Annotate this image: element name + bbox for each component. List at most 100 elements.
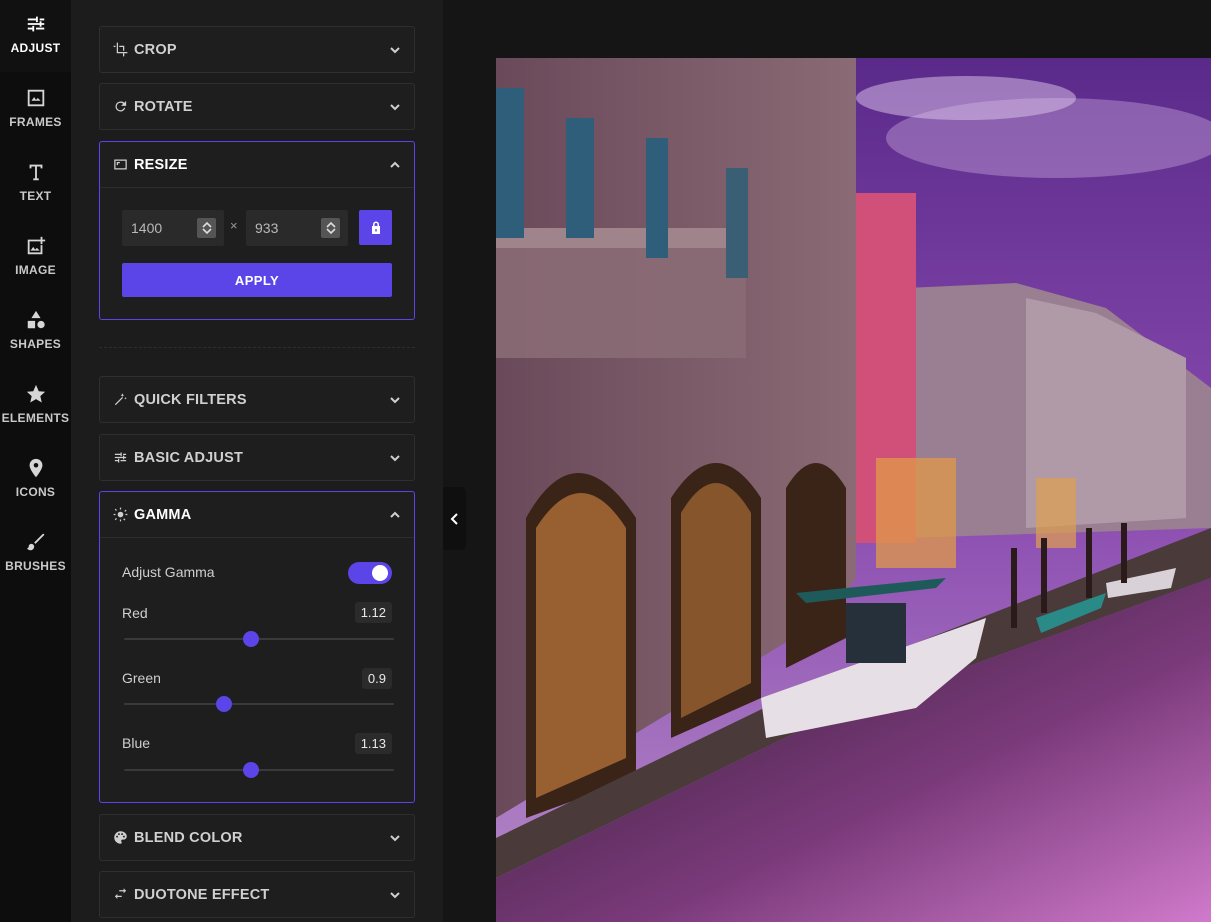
magic-wand-icon (112, 392, 128, 408)
quick-filters-section: QUICK FILTERS (99, 376, 415, 423)
basic-adjust-section: BASIC ADJUST (99, 434, 415, 481)
basic-adjust-title: BASIC ADJUST (134, 449, 244, 466)
aspect-lock-button[interactable] (359, 210, 392, 245)
resize-body: 1400 × 933 APPLY (100, 187, 414, 320)
add-image-icon (27, 236, 45, 255)
rail-label: TEXT (19, 189, 52, 203)
brush-icon (26, 533, 44, 551)
rail-label: ICONS (15, 485, 56, 499)
red-slider[interactable] (124, 631, 394, 647)
swap-arrows-icon (112, 887, 128, 903)
crop-header[interactable]: CROP (100, 27, 414, 72)
adjust-gamma-label: Adjust Gamma (122, 564, 215, 580)
rail-item-brushes[interactable]: BRUSHES (0, 518, 71, 590)
text-t-icon (29, 164, 42, 181)
resize-icon (112, 157, 128, 173)
rotate-section: ROTATE (99, 83, 415, 130)
chevron-down-icon (388, 888, 402, 902)
resize-section: RESIZE 1400 × 933 APPLY (99, 141, 415, 320)
quick-filters-header[interactable]: QUICK FILTERS (100, 377, 414, 422)
blend-color-title: BLEND COLOR (134, 829, 243, 846)
tool-rail: ADJUST FRAMES TEXT IMAGE SHAPES ELEMENTS… (0, 0, 71, 922)
duotone-section: DUOTONE EFFECT (99, 871, 415, 918)
rotate-title: ROTATE (134, 98, 193, 115)
basic-adjust-header[interactable]: BASIC ADJUST (100, 435, 414, 480)
red-value: 1.12 (354, 602, 392, 623)
blend-color-header[interactable]: BLEND COLOR (100, 815, 414, 860)
adjust-gamma-toggle[interactable] (348, 562, 392, 584)
rail-item-adjust[interactable]: ADJUST (0, 0, 71, 72)
gamma-header[interactable]: GAMMA (100, 492, 414, 537)
height-stepper[interactable] (321, 218, 340, 238)
height-input[interactable]: 933 (246, 210, 348, 246)
toggle-knob (372, 565, 388, 581)
blue-slider[interactable] (124, 762, 394, 778)
section-divider (99, 347, 415, 348)
gamma-title: GAMMA (134, 506, 192, 523)
green-slider-thumb[interactable] (215, 696, 232, 712)
chevron-down-icon (388, 43, 402, 57)
green-value: 0.9 (361, 668, 392, 689)
quick-filters-title: QUICK FILTERS (134, 391, 247, 408)
blue-label: Blue (122, 735, 151, 751)
star-icon (26, 384, 45, 403)
rail-item-image[interactable]: IMAGE (0, 222, 71, 294)
chevron-left-icon (450, 512, 458, 525)
blue-slider-thumb[interactable] (242, 762, 259, 778)
collapse-panel-button[interactable] (443, 487, 466, 550)
rotate-icon (112, 99, 128, 115)
chevron-down-icon (388, 393, 402, 407)
chevron-up-icon (388, 508, 402, 522)
chevron-down-icon (325, 228, 336, 234)
rail-label: ADJUST (10, 41, 61, 55)
green-slider[interactable] (124, 696, 394, 712)
apply-button[interactable]: APPLY (122, 263, 392, 297)
blend-color-section: BLEND COLOR (99, 814, 415, 861)
blue-value: 1.13 (354, 733, 392, 754)
rail-label: IMAGE (15, 263, 56, 277)
palette-icon (112, 830, 128, 846)
sun-icon (112, 507, 128, 523)
rail-item-shapes[interactable]: SHAPES (0, 296, 71, 368)
crop-title: CROP (134, 41, 177, 58)
chevron-down-icon (201, 228, 212, 234)
gamma-body: Adjust Gamma Red 1.12 Green 0.9 Blue 1.1… (100, 537, 414, 802)
resize-title: RESIZE (134, 156, 188, 173)
sliders-icon (112, 450, 128, 466)
canvas-area (466, 0, 1211, 922)
lock-icon (371, 221, 380, 234)
width-input[interactable]: 1400 (122, 210, 224, 246)
shapes-icon (27, 310, 45, 329)
height-value: 933 (255, 220, 279, 236)
dimension-separator: × (230, 218, 238, 233)
chevron-down-icon (388, 831, 402, 845)
rail-item-elements[interactable]: ELEMENTS (0, 370, 71, 442)
resize-header[interactable]: RESIZE (100, 142, 414, 187)
venice-canal-image (496, 58, 1211, 922)
duotone-title: DUOTONE EFFECT (134, 886, 270, 903)
map-pin-icon (29, 458, 42, 478)
rail-label: SHAPES (9, 337, 62, 351)
width-value: 1400 (131, 220, 163, 236)
rail-item-text[interactable]: TEXT (0, 148, 71, 220)
chevron-down-icon (388, 451, 402, 465)
green-label: Green (122, 670, 161, 686)
rail-label: BRUSHES (5, 559, 66, 573)
duotone-header[interactable]: DUOTONE EFFECT (100, 872, 414, 917)
sliders-icon (27, 16, 44, 32)
crop-icon (112, 42, 128, 58)
chevron-down-icon (388, 100, 402, 114)
rail-label: ELEMENTS (1, 411, 70, 425)
rail-item-icons[interactable]: ICONS (0, 444, 71, 516)
red-label: Red (122, 605, 148, 621)
rotate-header[interactable]: ROTATE (100, 84, 414, 129)
adjust-panel: CROP ROTATE RESIZE 1400 × 933 APPLY QUIC… (71, 0, 443, 922)
frame-image-icon (27, 89, 44, 107)
canvas-photo[interactable] (496, 58, 1211, 922)
rail-item-frames[interactable]: FRAMES (0, 74, 71, 146)
chevron-up-icon (388, 158, 402, 172)
red-slider-thumb[interactable] (242, 631, 259, 647)
rail-label: FRAMES (9, 115, 62, 129)
width-stepper[interactable] (197, 218, 216, 238)
gamma-section: GAMMA Adjust Gamma Red 1.12 Green 0.9 Bl… (99, 491, 415, 803)
